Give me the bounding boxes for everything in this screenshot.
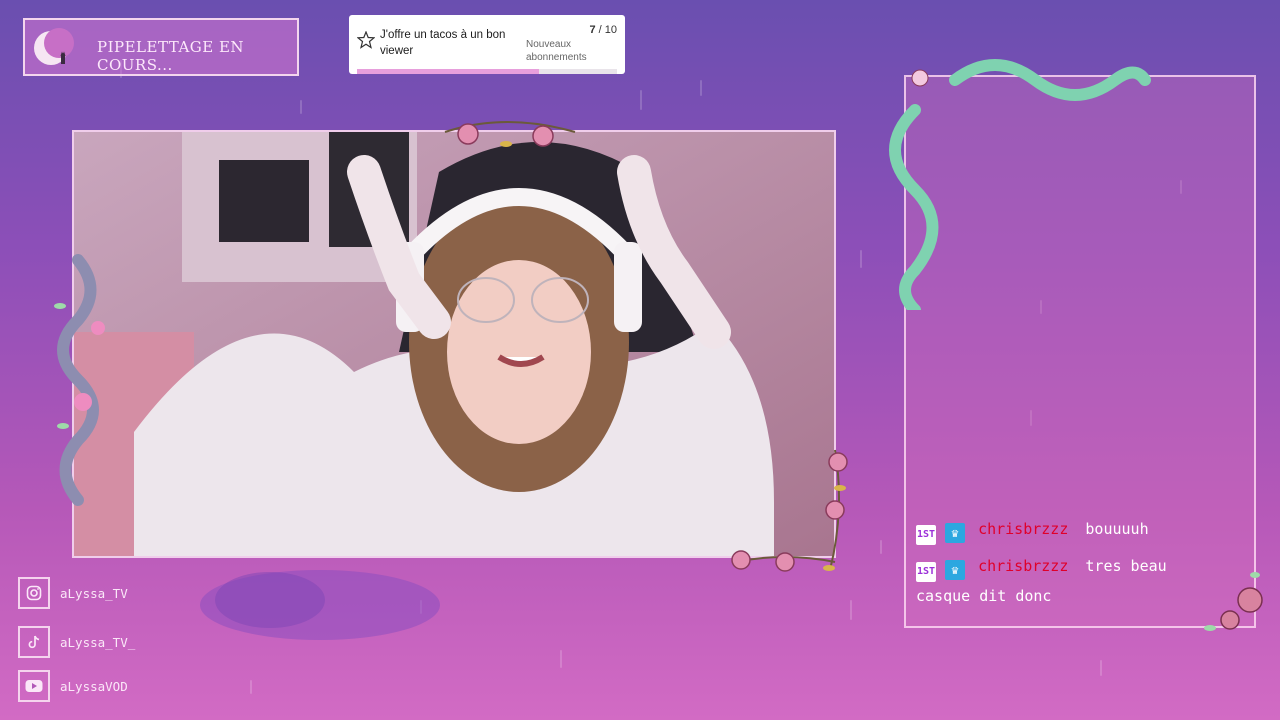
rain-streak: [300, 100, 302, 114]
rain-streak: [850, 600, 852, 620]
goal-total: / 10: [598, 24, 617, 36]
status-text: PIPELETTAGE EN COURS...: [97, 38, 245, 74]
rose-vine-decoration: [731, 449, 848, 572]
cloud-decoration: [200, 570, 440, 640]
rain-streak: [250, 680, 252, 694]
social-instagram[interactable]: aLyssa_TV: [18, 577, 128, 609]
subscription-goal-widget: J'offre un tacos à un bon viewer 7 / 10 …: [349, 15, 625, 74]
star-icon: [357, 31, 375, 49]
rain-streak: [700, 80, 702, 96]
crown-badge-icon: ♛: [945, 523, 966, 543]
rain-streak: [880, 540, 882, 554]
social-tiktok[interactable]: aLyssa_TV_: [18, 626, 135, 658]
chat-message: 1ST ♛ chrisbrzzz bouuuuh: [916, 515, 1176, 545]
goal-progress-track: [357, 69, 617, 74]
social-youtube[interactable]: aLyssaVOD: [18, 670, 128, 702]
rain-streak: [560, 650, 562, 668]
social-handle: aLyssaVOD: [60, 678, 128, 694]
goal-title: J'offre un tacos à un bon viewer: [380, 29, 506, 57]
tiktok-icon: [18, 626, 50, 658]
webcam-feed: [72, 130, 836, 558]
chat-username[interactable]: chrisbrzzz: [978, 520, 1068, 538]
snake-decoration: [54, 254, 105, 506]
rain-streak: [860, 250, 862, 268]
goal-subtitle: Nouveaux abonnements: [526, 39, 587, 63]
snake-decoration: [889, 59, 1151, 310]
chat-text: bouuuuh: [1085, 520, 1149, 538]
chat-message: 1ST ♛ chrisbrzzz tres beau casque dit do…: [916, 552, 1176, 610]
social-handle: aLyssa_TV_: [60, 634, 136, 650]
social-handle: aLyssa_TV: [60, 585, 128, 601]
first-badge-icon: 1ST: [916, 562, 936, 582]
goal-count: 7 / 10: [589, 24, 617, 36]
moon-cat-icon: [34, 28, 74, 65]
webcam-image: [74, 132, 834, 556]
rose-vine-decoration: [444, 121, 576, 147]
goal-current: 7: [589, 24, 596, 36]
crown-badge-icon: ♛: [945, 560, 966, 580]
goal-progress-fill: [357, 69, 539, 74]
rose-vine-decoration: [1204, 572, 1263, 631]
first-badge-icon: 1ST: [916, 525, 936, 545]
rain-streak: [1100, 660, 1102, 676]
stream-status-banner: PIPELETTAGE EN COURS...: [23, 18, 299, 76]
chat-username[interactable]: chrisbrzzz: [978, 557, 1068, 575]
youtube-icon: [18, 670, 50, 702]
instagram-icon: [18, 577, 50, 609]
rain-streak: [640, 90, 642, 110]
